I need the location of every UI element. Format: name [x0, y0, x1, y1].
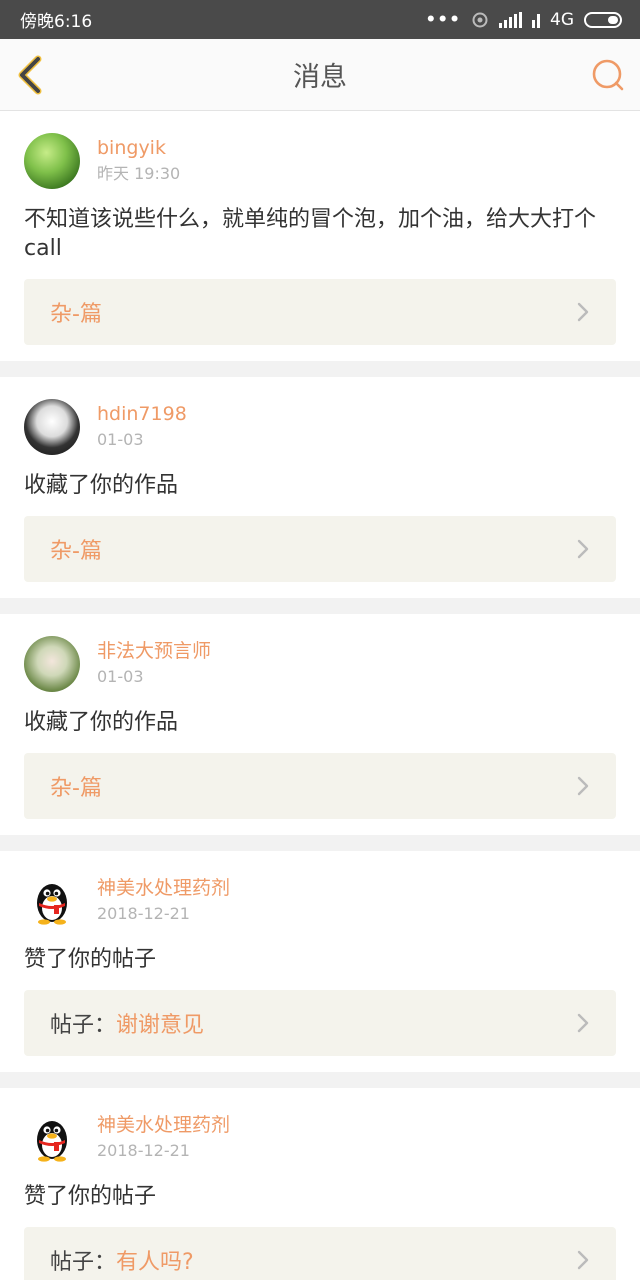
qq-penguin-icon [37, 1121, 67, 1162]
message-card: bingyik 昨天 19:30 不知道该说些什么，就单纯的冒个泡，加个油，给大… [0, 111, 640, 361]
search-button[interactable] [590, 57, 626, 93]
ref-label: 杂-篇 [50, 296, 102, 328]
user-name[interactable]: 神美水处理药剂 [97, 876, 230, 900]
ref-title: 杂-篇 [50, 302, 102, 327]
message-content: 赞了你的帖子 [24, 947, 157, 972]
ref-title: 杂-篇 [50, 776, 102, 801]
status-icons: ••• 4G [425, 10, 622, 30]
page-title: 消息 [293, 62, 347, 93]
chevron-right-icon [577, 539, 589, 559]
status-time: 傍晚6:16 [20, 12, 93, 32]
user-meta: 非法大预言师 01-03 [97, 639, 211, 689]
message-header: hdin7198 01-03 [24, 399, 616, 455]
message-card: 神美水处理药剂 2018-12-21 赞了你的帖子 帖子：谢谢意见 [0, 851, 640, 1072]
user-meta: hdin7198 01-03 [97, 402, 187, 452]
message-header: 非法大预言师 01-03 [24, 636, 616, 692]
qq-penguin-icon [37, 884, 67, 925]
referenced-item[interactable]: 杂-篇 [24, 753, 616, 819]
battery-icon [584, 11, 622, 28]
message-content: 不知道该说些什么，就单纯的冒个泡，加个油，给大大打个call [24, 207, 597, 261]
referenced-item[interactable]: 杂-篇 [24, 516, 616, 582]
user-name[interactable]: 非法大预言师 [97, 639, 211, 663]
message-content: 赞了你的帖子 [24, 1184, 157, 1209]
user-meta: 神美水处理药剂 2018-12-21 [97, 1113, 230, 1163]
message-card: hdin7198 01-03 收藏了你的作品 杂-篇 [0, 377, 640, 598]
ref-title: 有人吗? [116, 1250, 194, 1275]
more-dots-icon: ••• [425, 9, 461, 30]
message-time: 昨天 19:30 [97, 164, 181, 183]
chevron-right-icon [577, 302, 589, 322]
top-navigation-bar: 消息 [0, 39, 640, 111]
network-type: 4G [550, 9, 574, 30]
referenced-item[interactable]: 帖子：有人吗? [24, 1227, 616, 1280]
message-time: 01-03 [97, 430, 144, 449]
avatar[interactable] [24, 399, 80, 455]
avatar[interactable] [24, 873, 80, 929]
chevron-left-icon [18, 55, 42, 94]
ref-title: 谢谢意见 [116, 1013, 205, 1038]
message-header: bingyik 昨天 19:30 [24, 133, 616, 189]
ref-prefix: 帖子： [50, 1013, 117, 1038]
ref-prefix: 帖子： [50, 1250, 117, 1275]
chevron-right-icon [577, 1250, 589, 1270]
search-icon [592, 59, 624, 90]
user-name[interactable]: 神美水处理药剂 [97, 1113, 230, 1137]
message-list: bingyik 昨天 19:30 不知道该说些什么，就单纯的冒个泡，加个油，给大… [0, 111, 640, 1280]
ref-title: 杂-篇 [50, 539, 102, 564]
ref-label: 帖子：有人吗? [50, 1244, 194, 1276]
signal-icon [499, 11, 522, 28]
signal-secondary-icon [532, 12, 540, 28]
avatar[interactable] [24, 1110, 80, 1166]
avatar[interactable] [24, 636, 80, 692]
message-card: 神美水处理药剂 2018-12-21 赞了你的帖子 帖子：有人吗? [0, 1088, 640, 1280]
referenced-item[interactable]: 杂-篇 [24, 279, 616, 345]
user-name[interactable]: hdin7198 [97, 402, 187, 426]
chevron-right-icon [577, 776, 589, 796]
message-header: 神美水处理药剂 2018-12-21 [24, 1110, 616, 1166]
ref-label: 杂-篇 [50, 770, 102, 802]
avatar[interactable] [24, 133, 80, 189]
message-header: 神美水处理药剂 2018-12-21 [24, 873, 616, 929]
message-time: 01-03 [97, 667, 144, 686]
message-content: 收藏了你的作品 [24, 473, 179, 498]
status-bar: 傍晚6:16 ••• 4G [0, 0, 640, 39]
ref-label: 杂-篇 [50, 533, 102, 565]
user-name[interactable]: bingyik [97, 136, 180, 160]
message-time: 2018-12-21 [97, 1141, 190, 1160]
user-meta: 神美水处理药剂 2018-12-21 [97, 876, 230, 926]
user-meta: bingyik 昨天 19:30 [97, 136, 180, 186]
back-button[interactable] [16, 53, 50, 97]
message-card: 非法大预言师 01-03 收藏了你的作品 杂-篇 [0, 614, 640, 835]
message-time: 2018-12-21 [97, 904, 190, 923]
wifi-icon [472, 12, 488, 27]
ref-label: 帖子：谢谢意见 [50, 1007, 204, 1039]
referenced-item[interactable]: 帖子：谢谢意见 [24, 990, 616, 1056]
message-content: 收藏了你的作品 [24, 710, 179, 735]
chevron-right-icon [577, 1013, 589, 1033]
